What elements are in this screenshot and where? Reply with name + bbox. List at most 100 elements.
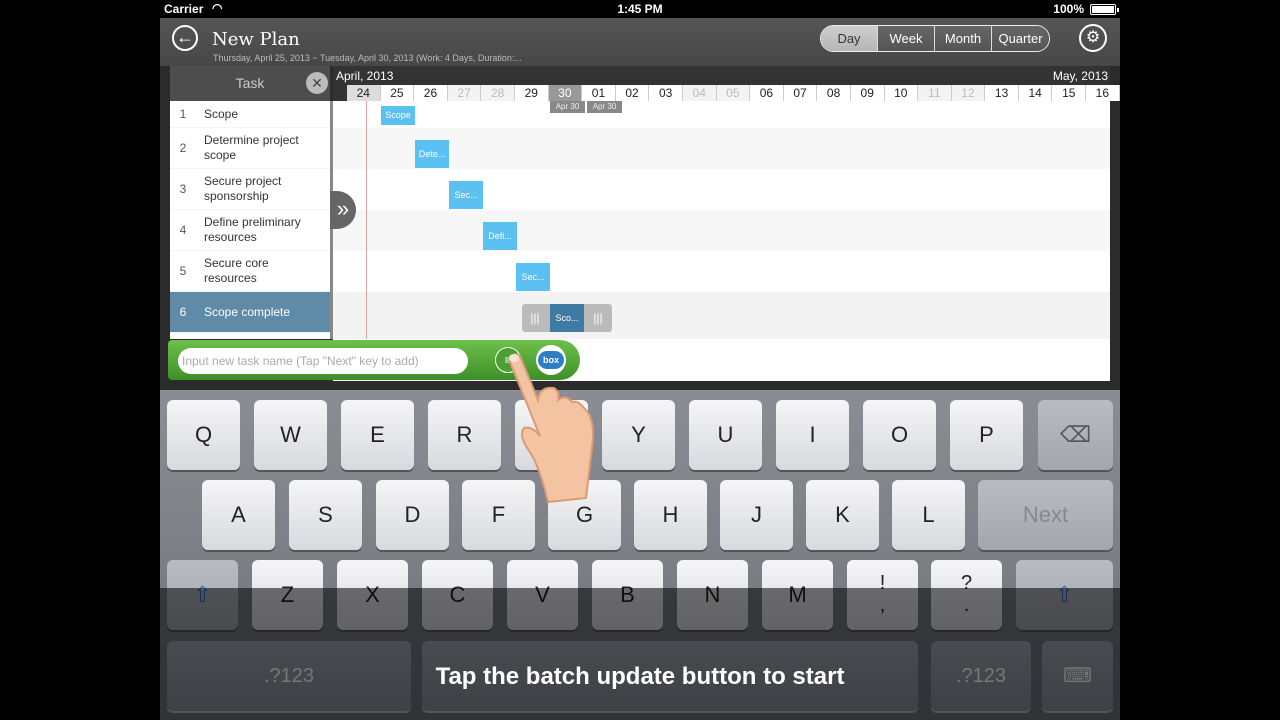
day-cell: 07 [783,85,818,101]
battery-label: 100% [1053,2,1084,16]
task-number: 1 [179,107,187,121]
day-cell: 27 [447,85,482,101]
task-name: Determine project scope [204,133,299,162]
key-w[interactable]: W [254,400,327,470]
date-tag: Apr 30 [587,101,622,113]
day-cell: 05 [716,85,751,101]
day-row: 24 25 26 27 28 29 30 01 02 03 04 05 06 07 08 09 10 11 12 13… [347,85,1120,101]
day-cell: 11 [918,85,952,101]
task-row-selected[interactable]: 6 Scope complete [170,292,330,333]
backspace-icon[interactable]: ⌫ [1038,400,1113,470]
selected-gantt-bar[interactable]: ||| Sco... ||| [522,304,612,332]
view-selector: Day Week Month Quarter [820,25,1050,52]
key-r[interactable]: R [428,400,501,470]
box-logo: box [538,351,564,369]
day-cell: 08 [817,85,851,101]
clock: 1:45 PM [617,2,663,16]
day-cell: 15 [1052,85,1087,101]
resize-handle-right[interactable]: ||| [585,304,611,332]
task-input-bar: ≡ box [168,340,580,380]
task-name-input[interactable] [178,348,468,374]
gantt-bar[interactable]: Sco... [550,304,584,332]
tab-day[interactable]: Day [821,26,878,51]
day-cell: 29 [514,85,549,101]
day-cell: 26 [414,85,448,101]
key-g[interactable]: G [548,480,621,550]
tab-week[interactable]: Week [878,26,935,51]
gantt-bar[interactable]: Dete... [415,140,449,168]
box-button[interactable]: box [536,345,566,375]
key-t[interactable]: T [515,400,588,470]
key-o[interactable]: O [863,400,936,470]
day-cell: 12 [951,85,986,101]
key-k[interactable]: K [806,480,879,550]
task-name: Scope complete [204,304,291,319]
key-d[interactable]: D [376,480,449,550]
task-row[interactable]: 5 Secure core resources [170,251,330,292]
task-row[interactable]: 4 Define preliminary resources [170,210,330,251]
gantt-grid [333,101,1110,339]
key-p[interactable]: P [950,400,1023,470]
ipad-screen: Carrier ◠ 1:45 PM 100% ← New Plan Thursd… [160,0,1120,720]
task-list-panel: Task ✕ 1 Scope 2 Determine project scope… [170,66,330,339]
key-q[interactable]: Q [167,400,240,470]
day-cell: 25 [380,85,415,101]
task-row[interactable]: 1 Scope [170,101,330,128]
gantt-bar[interactable]: Scope [381,106,415,125]
batch-update-icon[interactable]: ≡ [495,347,521,373]
key-f[interactable]: F [462,480,535,550]
timeline-header: April, 2013 May, 2013 24 25 26 27 28 29 30 01 02… [333,66,1120,101]
key-j[interactable]: J [720,480,793,550]
app-header: ← New Plan Thursday, April 25, 2013 ~ Tu… [160,18,1120,66]
day-cell: 04 [682,85,717,101]
back-arrow-icon[interactable]: ← [172,25,198,51]
resize-handle-left[interactable]: ||| [522,304,548,332]
key-i[interactable]: I [776,400,849,470]
day-cell: 10 [884,85,919,101]
day-cell: 06 [750,85,784,101]
gantt-bar[interactable]: Defi... [483,222,517,250]
day-cell: 02 [615,85,650,101]
task-number: 5 [179,264,187,278]
tutorial-caption: Tap the batch update button to start [435,663,845,690]
key-l[interactable]: L [892,480,965,550]
gantt-bar[interactable]: Sec... [449,181,483,209]
task-name: Scope [204,106,239,121]
status-bar: Carrier ◠ 1:45 PM 100% [160,0,1120,18]
key-a[interactable]: A [202,480,275,550]
key-u[interactable]: U [689,400,762,470]
day-cell: 24 [347,85,381,101]
month-label: April, 2013 [336,69,394,83]
task-name: Secure project sponsorship [204,174,282,203]
next-key[interactable]: Next [978,480,1113,550]
day-cell: 13 [985,85,1019,101]
day-cell: 28 [481,85,515,101]
task-number: 2 [179,141,187,155]
month-label: May, 2013 [1052,69,1108,83]
task-name: Define preliminary resources [204,215,301,244]
close-icon[interactable]: ✕ [306,72,328,94]
task-number: 6 [179,305,187,319]
task-name: Secure core resources [204,256,269,285]
day-cell: 16 [1086,85,1120,101]
key-e[interactable]: E [341,400,414,470]
day-cell: 01 [582,85,616,101]
key-h[interactable]: H [634,480,707,550]
key-s[interactable]: S [289,480,362,550]
gantt-bar[interactable]: Sec... [516,263,550,291]
tab-month[interactable]: Month [935,26,992,51]
task-row[interactable]: 3 Secure project sponsorship [170,169,330,210]
task-column-header: Task ✕ [170,66,330,101]
plan-subtitle: Thursday, April 25, 2013 ~ Tuesday, Apri… [213,53,522,63]
date-tag: Apr 30 [550,101,585,113]
task-header-label: Task [235,75,265,91]
task-row[interactable]: 2 Determine project scope [170,128,330,169]
day-cell: 09 [850,85,885,101]
gear-icon[interactable]: ⚙ [1079,24,1107,52]
tab-quarter[interactable]: Quarter [992,26,1049,51]
key-y[interactable]: Y [602,400,675,470]
task-number: 4 [179,223,187,237]
day-cell: 30 [548,85,583,101]
battery-icon [1090,4,1119,15]
plan-title: New Plan [212,29,300,50]
